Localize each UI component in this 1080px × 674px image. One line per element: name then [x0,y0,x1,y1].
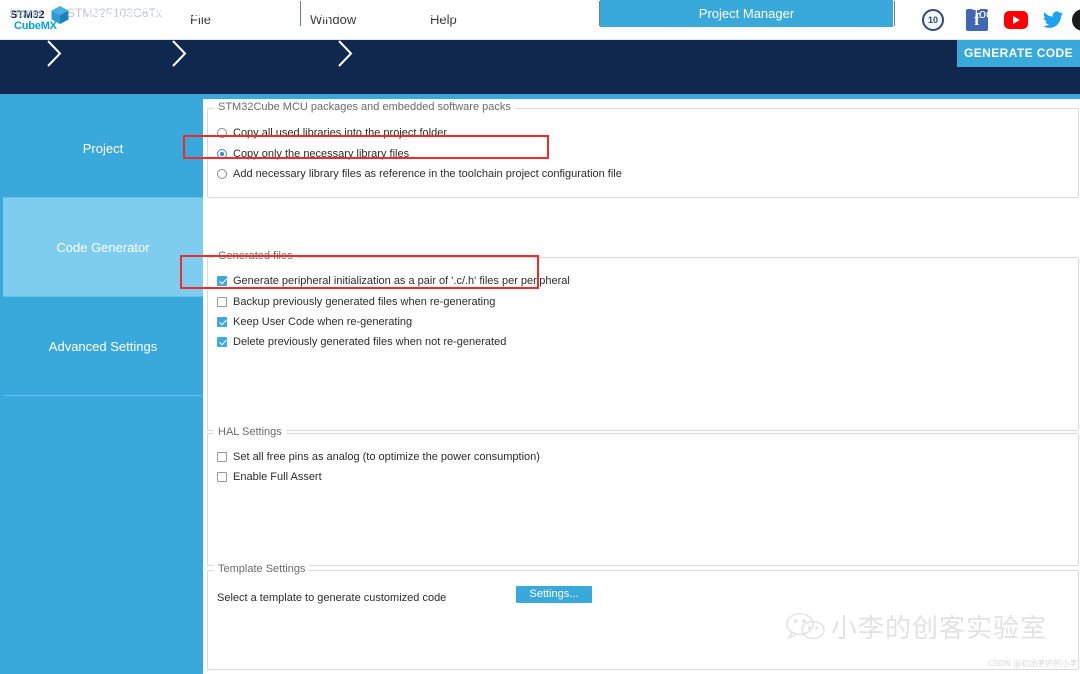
tab-clock-configuration[interactable]: Clock Configuration [301,0,598,27]
option-label: Delete previously generated files when n… [233,336,507,348]
template-settings-group-title: Template Settings [214,563,310,575]
stm32cubemx-window: STM32 CubeMX File Window Help 10 f Home … [0,0,1080,674]
option-label: Copy all used libraries into the project… [233,127,448,139]
breadcrumb-chevron-icon [338,40,356,67]
checkbox-icon [217,452,227,462]
breadcrumb-chevron-icon [47,40,65,67]
tab-tools[interactable]: Tools [895,0,1080,27]
option-label: Set all free pins as analog (to optimize… [233,451,540,463]
template-settings-group: Template Settings Select a template to g… [207,563,1079,670]
checkbox-delete-previously-generated[interactable]: Delete previously generated files when n… [217,336,506,348]
radio-icon [217,169,227,179]
hal-settings-group: HAL Settings Set all free pins as analog… [207,426,1079,566]
sidebar-item-code-generator[interactable]: Code Generator [3,198,203,297]
sidebar-item-label: Project [82,140,124,156]
radio-copy-all-libraries[interactable]: Copy all used libraries into the project… [217,127,447,139]
option-label: Generate peripheral initialization as a … [233,275,570,287]
sidebar-item-label: Code Generator [56,239,150,255]
template-settings-description: Select a template to generate customized… [217,592,447,604]
tab-pinout-configuration[interactable]: Pinout & Configuration [6,0,299,27]
option-label: Backup previously generated files when r… [233,296,496,308]
option-label: Keep User Code when re-generating [233,316,413,328]
generated-files-group-title: Generated files [214,250,297,262]
option-label: Copy only the necessary library files [233,148,410,160]
generate-code-button[interactable]: GENERATE CODE [957,40,1080,67]
tab-project-manager[interactable]: Project Manager [600,0,893,27]
checkbox-backup-previously-generated[interactable]: Backup previously generated files when r… [217,296,495,308]
project-manager-content: STM32Cube MCU packages and embedded soft… [203,99,1080,674]
breadcrumb [0,40,1080,67]
checkbox-icon-checked [217,317,227,327]
sidebar: Project Code Generator Advanced Settings [0,99,203,674]
mcu-packages-group-title: STM32Cube MCU packages and embedded soft… [214,101,515,113]
sidebar-item-project[interactable]: Project [3,99,203,198]
checkbox-icon-checked [217,276,227,286]
option-label: Enable Full Assert [233,471,322,483]
checkbox-icon-checked [217,337,227,347]
mcu-packages-group: STM32Cube MCU packages and embedded soft… [207,101,1079,198]
sidebar-item-empty[interactable] [3,396,203,674]
checkbox-icon [217,472,227,482]
radio-icon [217,128,227,138]
sidebar-item-label: Advanced Settings [48,338,158,354]
checkbox-keep-user-code[interactable]: Keep User Code when re-generating [217,316,412,328]
main-tab-bar [0,67,1080,96]
checkbox-set-free-pins-analog[interactable]: Set all free pins as analog (to optimize… [217,451,540,463]
hal-settings-group-title: HAL Settings [214,426,286,438]
radio-icon-selected [217,149,227,159]
breadcrumb-chevron-icon [172,40,190,67]
checkbox-icon [217,297,227,307]
option-label: Add necessary library files as reference… [233,168,622,180]
template-settings-button[interactable]: Settings... [516,586,592,603]
radio-copy-only-necessary[interactable]: Copy only the necessary library files [217,148,409,160]
checkbox-generate-peripheral-init[interactable]: Generate peripheral initialization as a … [217,275,570,287]
checkbox-enable-full-assert[interactable]: Enable Full Assert [217,471,322,483]
radio-add-as-reference[interactable]: Add necessary library files as reference… [217,168,622,180]
sidebar-item-advanced-settings[interactable]: Advanced Settings [3,297,203,396]
generated-files-group: Generated files Generate peripheral init… [207,250,1079,431]
